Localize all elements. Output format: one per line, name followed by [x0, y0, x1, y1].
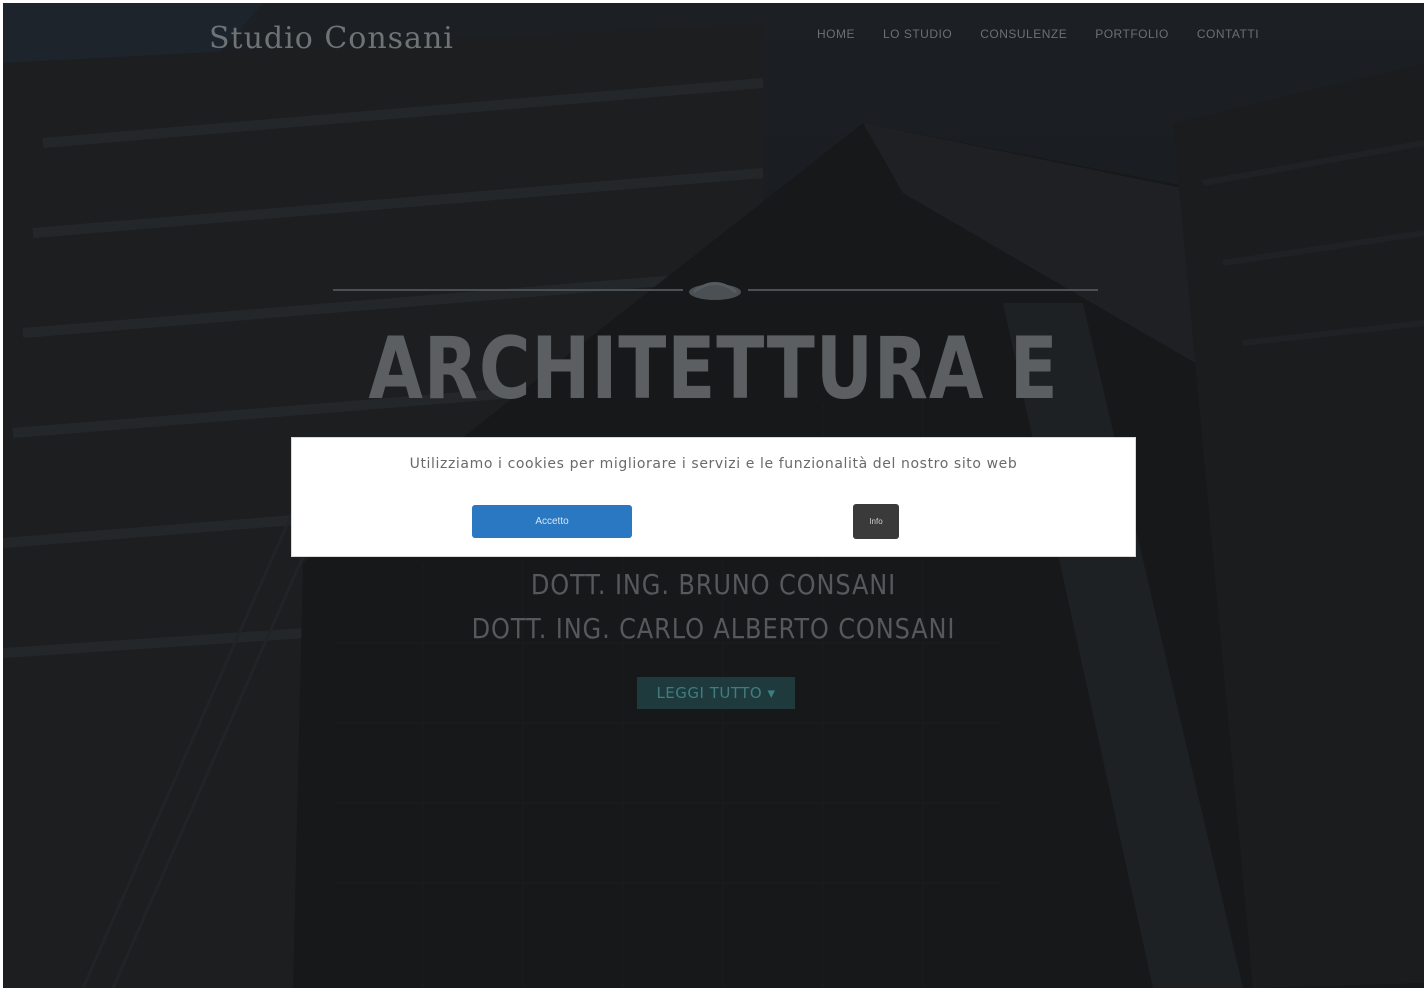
nav-item-contatti[interactable]: contatti [1183, 27, 1273, 41]
nav-item-consulenze[interactable]: consulenze [966, 27, 1081, 41]
nav-item-lo-studio[interactable]: lo studio [869, 27, 966, 41]
hero-divider-left [333, 289, 683, 291]
hero-name-2: DOTT. ING. CARLO ALBERTO CONSANI [471, 612, 956, 645]
nav-item-portfolio[interactable]: portfolio [1081, 27, 1183, 41]
site-logo[interactable]: Studio Consani [209, 21, 454, 56]
hero-name-1: DOTT. ING. BRUNO CONSANI [530, 568, 897, 601]
read-more-button[interactable]: LEGGI TUTTO ▾ [637, 677, 795, 709]
page-frame: Studio Consani home lo studio consulenze… [3, 3, 1424, 988]
main-nav: home lo studio consulenze portfolio cont… [803, 27, 1273, 41]
cookie-accept-button[interactable]: Accetto [472, 505, 632, 538]
nav-item-home[interactable]: home [803, 27, 869, 41]
hero-names: DOTT. ING. BRUNO CONSANI DOTT. ING. CARL… [102, 563, 1324, 651]
emblem-icon [689, 282, 741, 300]
cookie-info-button[interactable]: Info [853, 504, 899, 539]
hero-title: ARCHITETTURA E [368, 319, 1059, 419]
cookie-message: Utilizziamo i cookies per migliorare i s… [409, 456, 1018, 472]
hero-divider-right [748, 289, 1098, 291]
cookie-banner: Utilizziamo i cookies per migliorare i s… [292, 438, 1135, 556]
